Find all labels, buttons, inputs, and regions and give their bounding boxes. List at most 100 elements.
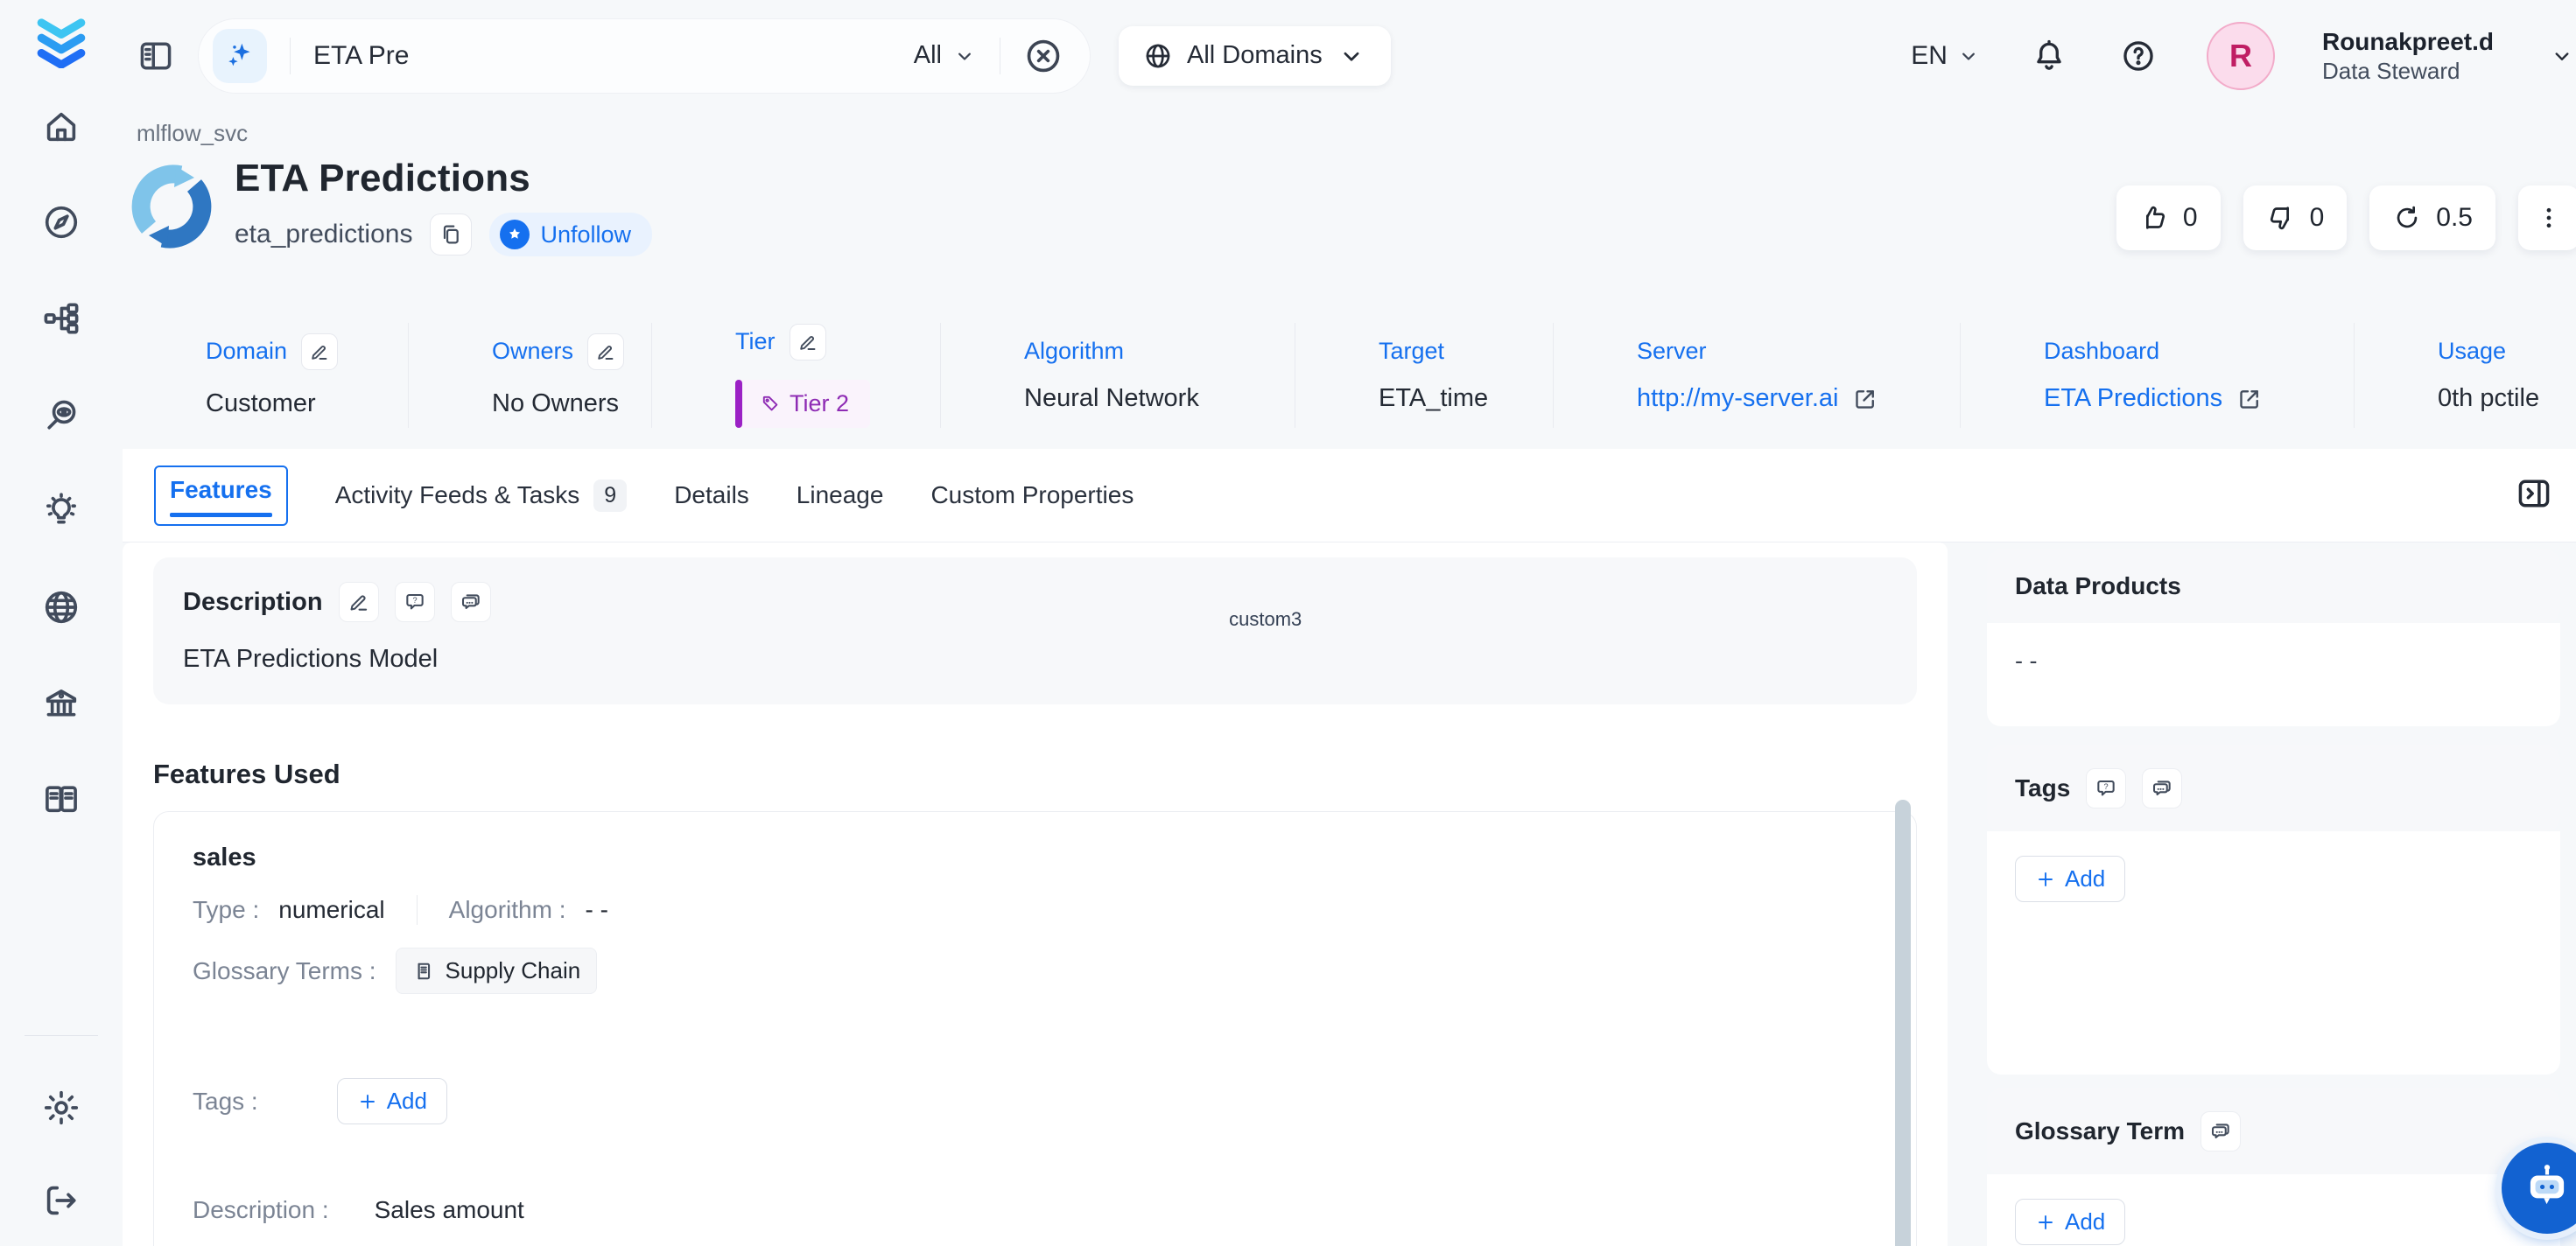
sidebar-item-insights[interactable] <box>40 490 82 532</box>
breadcrumb[interactable]: mlflow_svc <box>137 120 248 147</box>
tier-badge-label: Tier 2 <box>790 390 849 417</box>
sidebar-item-glossary[interactable] <box>40 779 82 821</box>
user-menu-caret[interactable] <box>2541 35 2576 77</box>
tab-custom-properties[interactable]: Custom Properties <box>930 481 1134 509</box>
server-link[interactable]: http://my-server.ai <box>1637 384 1960 413</box>
entity-name: eta_predictions <box>235 220 412 249</box>
notifications-button[interactable] <box>2028 35 2070 77</box>
upvote-button[interactable]: 0 <box>2116 186 2221 250</box>
sidebar-item-observability[interactable] <box>40 394 82 436</box>
user-role: Data Steward <box>2322 57 2494 86</box>
language-dropdown[interactable]: EN <box>1911 41 1981 71</box>
description-text: ETA Predictions Model <box>183 645 1887 674</box>
edit-tier-button[interactable] <box>790 324 826 360</box>
tab-features[interactable]: Features <box>154 466 288 526</box>
feature-description-label: Description : <box>193 1196 329 1224</box>
type-label: Type : <box>193 896 259 924</box>
top-nav: All All Domains EN R <box>123 0 2576 111</box>
ai-search-chip[interactable] <box>213 29 267 83</box>
add-tag-label: Add <box>387 1088 427 1115</box>
user-avatar[interactable]: R <box>2207 22 2275 90</box>
sidebar-item-domains[interactable] <box>40 586 82 628</box>
glossary-term-chip[interactable]: Supply Chain <box>396 948 598 994</box>
glossary-term-name: Supply Chain <box>446 957 581 984</box>
page-title: ETA Predictions <box>235 157 652 200</box>
sidebar-item-settings[interactable] <box>40 1087 82 1129</box>
lightbulb-icon <box>41 491 81 531</box>
data-products-body: - - <box>1987 623 2560 726</box>
help-button[interactable] <box>2117 35 2159 77</box>
request-description-button[interactable]: ? <box>395 582 435 622</box>
version-button[interactable]: 0.5 <box>2369 186 2495 250</box>
algorithm-label: Algorithm : <box>449 896 566 924</box>
unfollow-button[interactable]: Unfollow <box>489 213 652 256</box>
sidebar-item-pipelines[interactable] <box>40 298 82 340</box>
feature-tags-row: Tags : Add <box>193 1078 1878 1124</box>
search-scope-dropdown[interactable]: All <box>914 41 977 70</box>
plus-icon <box>2035 1212 2056 1233</box>
compass-icon <box>41 202 81 242</box>
add-tags-button[interactable]: Add <box>2015 856 2125 902</box>
tab-details[interactable]: Details <box>674 481 749 509</box>
thumbs-down-icon <box>2266 203 2296 233</box>
copy-button[interactable] <box>430 214 472 256</box>
version-number: 0.5 <box>2436 203 2473 233</box>
sidebar-item-logout[interactable] <box>40 1180 82 1222</box>
more-actions-button[interactable] <box>2518 186 2576 250</box>
sidebar-item-explore[interactable] <box>40 201 82 243</box>
add-glossary-term-button[interactable]: Add <box>2015 1199 2125 1245</box>
data-products-panel: Data Products - - <box>1987 550 2560 726</box>
bell-icon <box>2031 38 2067 74</box>
target-value: ETA_time <box>1379 384 1553 413</box>
entity-tabs: Features Activity Feeds & Tasks 9 Detail… <box>123 449 2576 542</box>
chevron-down-icon <box>952 44 977 68</box>
description-conversations-button[interactable] <box>451 582 491 622</box>
add-glossary-term-label: Add <box>2065 1208 2105 1236</box>
request-tags-button[interactable]: ? <box>2086 768 2126 808</box>
sidebar-item-govern[interactable] <box>40 682 82 724</box>
meta-domain: Domain Customer <box>123 323 409 428</box>
edit-domain-button[interactable] <box>301 333 338 370</box>
usage-value: 0th pctile <box>2438 384 2576 413</box>
meta-target: Target ETA_time <box>1295 323 1554 428</box>
sidebar-divider <box>25 1035 98 1036</box>
robot-icon <box>2520 1161 2574 1215</box>
domain-label[interactable]: Domain <box>206 338 287 365</box>
tab-lineage[interactable]: Lineage <box>797 481 884 509</box>
dashboard-name: ETA Predictions <box>2044 384 2222 413</box>
dashboard-link[interactable]: ETA Predictions <box>2044 384 2354 413</box>
all-domains-dropdown[interactable]: All Domains <box>1119 26 1391 86</box>
kebab-icon <box>2536 205 2562 231</box>
external-link-icon <box>2236 386 2263 412</box>
user-info[interactable]: Rounakpreet.d Data Steward <box>2322 26 2494 86</box>
downvote-button[interactable]: 0 <box>2243 186 2348 250</box>
search-input[interactable] <box>313 41 914 71</box>
dashboard-label: Dashboard <box>2044 338 2354 365</box>
sidebar-item-home[interactable] <box>40 105 82 147</box>
pencil-icon <box>797 332 818 353</box>
close-circle-icon <box>1023 36 1063 76</box>
add-tag-button[interactable]: Add <box>337 1078 447 1124</box>
glossary-term-title: Glossary Term <box>2015 1117 2185 1145</box>
collapse-right-panel-button[interactable] <box>2515 474 2553 517</box>
tab-activity-feeds[interactable]: Activity Feeds & Tasks 9 <box>335 480 627 512</box>
meta-tier: Tier Tier 2 <box>652 323 941 428</box>
app-logo[interactable] <box>33 12 89 68</box>
tier-label[interactable]: Tier <box>735 328 776 355</box>
target-label: Target <box>1379 338 1553 365</box>
search-clear-button[interactable] <box>1023 36 1063 76</box>
plus-icon <box>357 1091 378 1112</box>
glossary-conversations-button[interactable] <box>2200 1111 2241 1152</box>
tier-badge[interactable]: Tier 2 <box>735 380 870 428</box>
tag-icon <box>760 393 781 414</box>
tags-conversations-button[interactable] <box>2142 768 2182 808</box>
algorithm-label: Algorithm <box>1024 338 1295 365</box>
global-search-bar[interactable]: All <box>198 18 1091 94</box>
edit-owners-button[interactable] <box>587 333 624 370</box>
edit-description-button[interactable] <box>339 582 379 622</box>
tags-title: Tags <box>2015 774 2070 802</box>
owners-label[interactable]: Owners <box>492 338 573 365</box>
sidebar-toggle-button[interactable] <box>133 33 179 79</box>
server-url: http://my-server.ai <box>1637 384 1838 413</box>
feature-list-scrollbar[interactable] <box>1895 800 1911 1246</box>
